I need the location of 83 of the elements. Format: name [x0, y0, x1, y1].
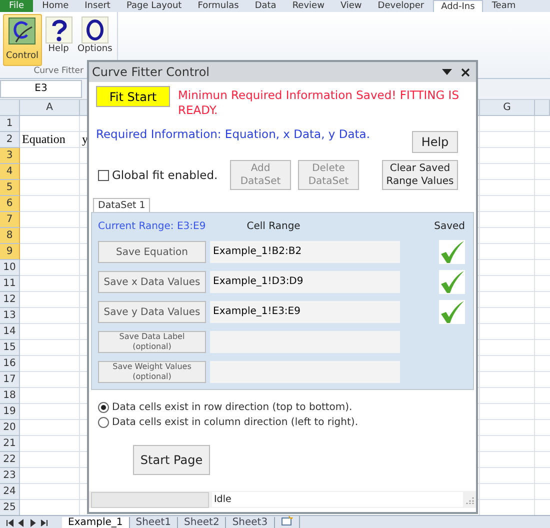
ribbon-tab[interactable]: Data: [248, 0, 284, 12]
sheet-tab[interactable]: Sheet1: [130, 516, 178, 528]
close-icon[interactable]: [461, 68, 470, 76]
checkbox-label: Global fit enabled.: [112, 168, 218, 182]
ribbon-tab[interactable]: Review: [285, 0, 332, 12]
radio-button[interactable]: [98, 402, 109, 413]
range-field[interactable]: Example_1!E3:E9: [210, 301, 400, 323]
row-header[interactable]: 10: [0, 260, 20, 276]
required-info-text: Required Information: Equation, x Data, y Data.: [96, 127, 370, 143]
status-text: Idle: [212, 492, 463, 507]
checkbox[interactable]: [98, 170, 109, 180]
table-cell-text: Equation: [21, 132, 66, 148]
save-button[interactable]: Save Equation: [98, 241, 206, 263]
row-header[interactable]: 5: [0, 180, 20, 196]
row-header[interactable]: 8: [0, 228, 20, 244]
dataset-tab[interactable]: DataSet 1: [93, 198, 150, 212]
save-button[interactable]: Save Weight Values (optional): [98, 361, 206, 383]
save-button[interactable]: Save y Data Values: [98, 301, 206, 323]
row-header[interactable]: 19: [0, 404, 20, 420]
ribbon-tab[interactable]: Developer: [370, 0, 432, 12]
row-header[interactable]: 11: [0, 276, 20, 292]
save-button[interactable]: Save Data Label (optional): [98, 331, 206, 353]
row-header[interactable]: 15: [0, 340, 20, 356]
ribbon-tab[interactable]: Add-Ins: [433, 0, 483, 12]
fit-start-button[interactable]: Fit Start: [96, 86, 170, 107]
ribbon-tab[interactable]: Home: [35, 0, 76, 12]
row-header[interactable]: 2: [0, 132, 20, 148]
ribbon-tab[interactable]: Insert: [78, 0, 118, 12]
range-field[interactable]: [210, 331, 400, 353]
row-header[interactable]: 3: [0, 148, 20, 164]
row-header[interactable]: 20: [0, 420, 20, 436]
row-header[interactable]: 23: [0, 468, 20, 484]
table-cell: y: [82, 132, 88, 147]
row-header[interactable]: 6: [0, 196, 20, 212]
row-header[interactable]: 18: [0, 388, 20, 404]
name-box[interactable]: E3: [0, 80, 82, 98]
range-field[interactable]: Example_1!B2:B2: [210, 241, 400, 263]
row-header[interactable]: 1: [0, 116, 20, 132]
ring-icon: [80, 16, 109, 44]
start-page-button[interactable]: Start Page: [133, 445, 210, 475]
row-header[interactable]: 9: [0, 244, 20, 260]
row-header[interactable]: 13: [0, 308, 20, 324]
range-field[interactable]: [210, 361, 400, 383]
row-header[interactable]: 24: [0, 484, 20, 500]
new-sheet-icon: [280, 516, 293, 526]
dropdown-icon[interactable]: [441, 68, 453, 76]
dataset-button[interactable]: Clear Saved Range Values: [382, 160, 458, 190]
ribbon-tab[interactable]: Team: [484, 0, 523, 12]
radio-button[interactable]: [98, 417, 109, 428]
ribbon-tab[interactable]: View: [333, 0, 369, 12]
range-field[interactable]: Example_1!D3:D9: [210, 271, 400, 293]
curve-icon: [8, 17, 36, 45]
row-header[interactable]: 7: [0, 212, 20, 228]
ribbon-tab[interactable]: Formulas: [190, 0, 246, 12]
group-label: Curve Fitter: [34, 66, 84, 78]
question-mark-icon: [44, 16, 73, 44]
sheet-tab[interactable]: Example_1: [62, 516, 130, 528]
row-header[interactable]: 4: [0, 164, 20, 180]
row-header[interactable]: 14: [0, 324, 20, 340]
column-header[interactable]: A: [20, 100, 80, 116]
column-header[interactable]: G: [480, 100, 535, 116]
row-header[interactable]: 16: [0, 356, 20, 372]
ribbon-tab[interactable]: Page Layout: [119, 0, 189, 12]
current-range-label: Current Range: E3:E9: [98, 220, 207, 232]
sheet-tab[interactable]: Sheet3: [226, 516, 275, 528]
file-tab[interactable]: File: [0, 0, 34, 12]
column-heading: Cell Range: [246, 220, 302, 232]
column-heading: Saved: [434, 220, 465, 232]
row-header[interactable]: 22: [0, 452, 20, 468]
dialog-title: Curve Fitter Control: [92, 65, 210, 79]
ribbon-button[interactable]: Options: [76, 14, 114, 58]
help-button[interactable]: Help: [412, 131, 458, 153]
row-header[interactable]: 12: [0, 292, 20, 308]
status-message: Minimun Required Information Saved! FITTING IS READY.: [178, 87, 460, 118]
radio-label: Data cells exist in row direction (top to bottom).: [112, 402, 352, 413]
row-header[interactable]: 17: [0, 372, 20, 388]
row-header[interactable]: 25: [0, 500, 20, 516]
radio-label: Data cells exist in column direction (left to right).: [112, 417, 358, 428]
row-header[interactable]: 21: [0, 436, 20, 452]
sheet-tab[interactable]: Sheet2: [178, 516, 226, 528]
save-button[interactable]: Save x Data Values: [98, 271, 206, 293]
ribbon-button[interactable]: Help: [42, 14, 75, 58]
ribbon-button[interactable]: Control: [3, 14, 42, 66]
